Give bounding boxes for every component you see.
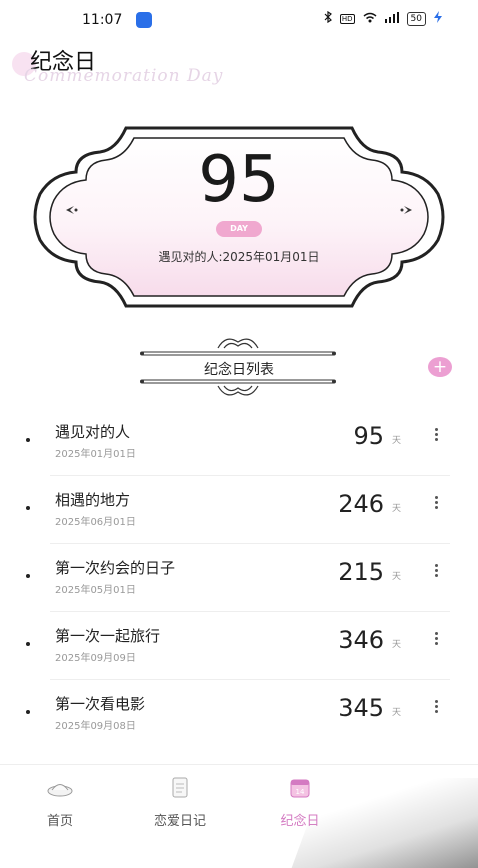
status-bar: 11:07 HD 50 bbox=[0, 0, 478, 40]
bullet-icon bbox=[26, 506, 30, 510]
status-icons: HD 50 bbox=[324, 10, 442, 26]
page-subtitle: Commemoration Day bbox=[24, 66, 224, 86]
item-name: 第一次一起旅行 bbox=[55, 627, 161, 645]
list-title: 纪念日列表 bbox=[204, 362, 274, 378]
item-days: 346 bbox=[338, 626, 384, 654]
item-date: 2025年09月08日 bbox=[55, 721, 136, 732]
item-unit: 天 bbox=[392, 708, 402, 718]
counter-caption: 遇见对的人:2025年01月01日 bbox=[158, 250, 320, 264]
tab-diary[interactable]: 恋爱日记 bbox=[110, 765, 250, 851]
day-badge: DAY bbox=[216, 221, 262, 237]
list-item[interactable]: 相遇的地方 2025年06月01日 246 天 bbox=[0, 476, 478, 544]
bullet-icon bbox=[26, 574, 30, 578]
hd-icon: HD bbox=[339, 13, 355, 24]
signal-icon bbox=[384, 11, 399, 26]
item-days: 215 bbox=[338, 558, 384, 586]
item-name: 第一次看电影 bbox=[55, 695, 146, 713]
more-options-icon[interactable] bbox=[430, 630, 442, 652]
more-options-icon[interactable] bbox=[430, 494, 442, 516]
item-unit: 天 bbox=[392, 504, 402, 514]
bullet-icon bbox=[26, 438, 30, 442]
bluetooth-icon bbox=[324, 10, 332, 26]
calendar-icon: 14 bbox=[290, 779, 310, 798]
battery-icon: 50 bbox=[406, 11, 426, 26]
item-date: 2025年09月09日 bbox=[55, 653, 136, 664]
wifi-icon bbox=[363, 12, 377, 26]
list-item[interactable]: 第一次约会的日子 2025年05月01日 215 天 bbox=[0, 544, 478, 612]
item-days: 246 bbox=[338, 490, 384, 518]
bullet-icon bbox=[26, 642, 30, 646]
list-item[interactable]: 第一次一起旅行 2025年09月09日 346 天 bbox=[0, 612, 478, 680]
more-options-icon[interactable] bbox=[430, 698, 442, 720]
item-unit: 天 bbox=[392, 640, 402, 650]
item-name: 相遇的地方 bbox=[55, 491, 131, 509]
app-notification-icon bbox=[136, 12, 152, 28]
list-item[interactable]: 第一次看电影 2025年09月08日 345 天 bbox=[0, 680, 478, 748]
item-date: 2025年06月01日 bbox=[55, 517, 136, 528]
anniversary-list: 遇见对的人 2025年01月01日 95 天 相遇的地方 2025年06月01日… bbox=[0, 408, 478, 748]
item-days: 345 bbox=[338, 694, 384, 722]
item-date: 2025年05月01日 bbox=[55, 585, 136, 596]
item-days: 95 bbox=[353, 422, 384, 450]
status-time: 11:07 bbox=[82, 12, 123, 28]
screen-overlay bbox=[291, 778, 478, 868]
diary-icon bbox=[172, 777, 188, 798]
svg-text:14: 14 bbox=[296, 788, 305, 796]
days-counter: 95 bbox=[198, 143, 280, 217]
list-item[interactable]: 遇见对的人 2025年01月01日 95 天 bbox=[0, 408, 478, 476]
item-unit: 天 bbox=[392, 572, 402, 582]
item-date: 2025年01月01日 bbox=[55, 449, 136, 460]
more-options-icon[interactable] bbox=[430, 562, 442, 584]
bullet-icon bbox=[26, 710, 30, 714]
more-options-icon[interactable] bbox=[430, 426, 442, 448]
charging-icon bbox=[434, 11, 442, 26]
item-name: 第一次约会的日子 bbox=[55, 559, 176, 577]
item-name: 遇见对的人 bbox=[55, 423, 131, 441]
tab-diary-label: 恋爱日记 bbox=[153, 814, 206, 829]
add-anniversary-button[interactable]: + bbox=[428, 357, 452, 377]
page-header: 纪念日 Commemoration Day bbox=[0, 40, 478, 90]
home-icon bbox=[47, 784, 73, 797]
item-unit: 天 bbox=[392, 436, 402, 446]
